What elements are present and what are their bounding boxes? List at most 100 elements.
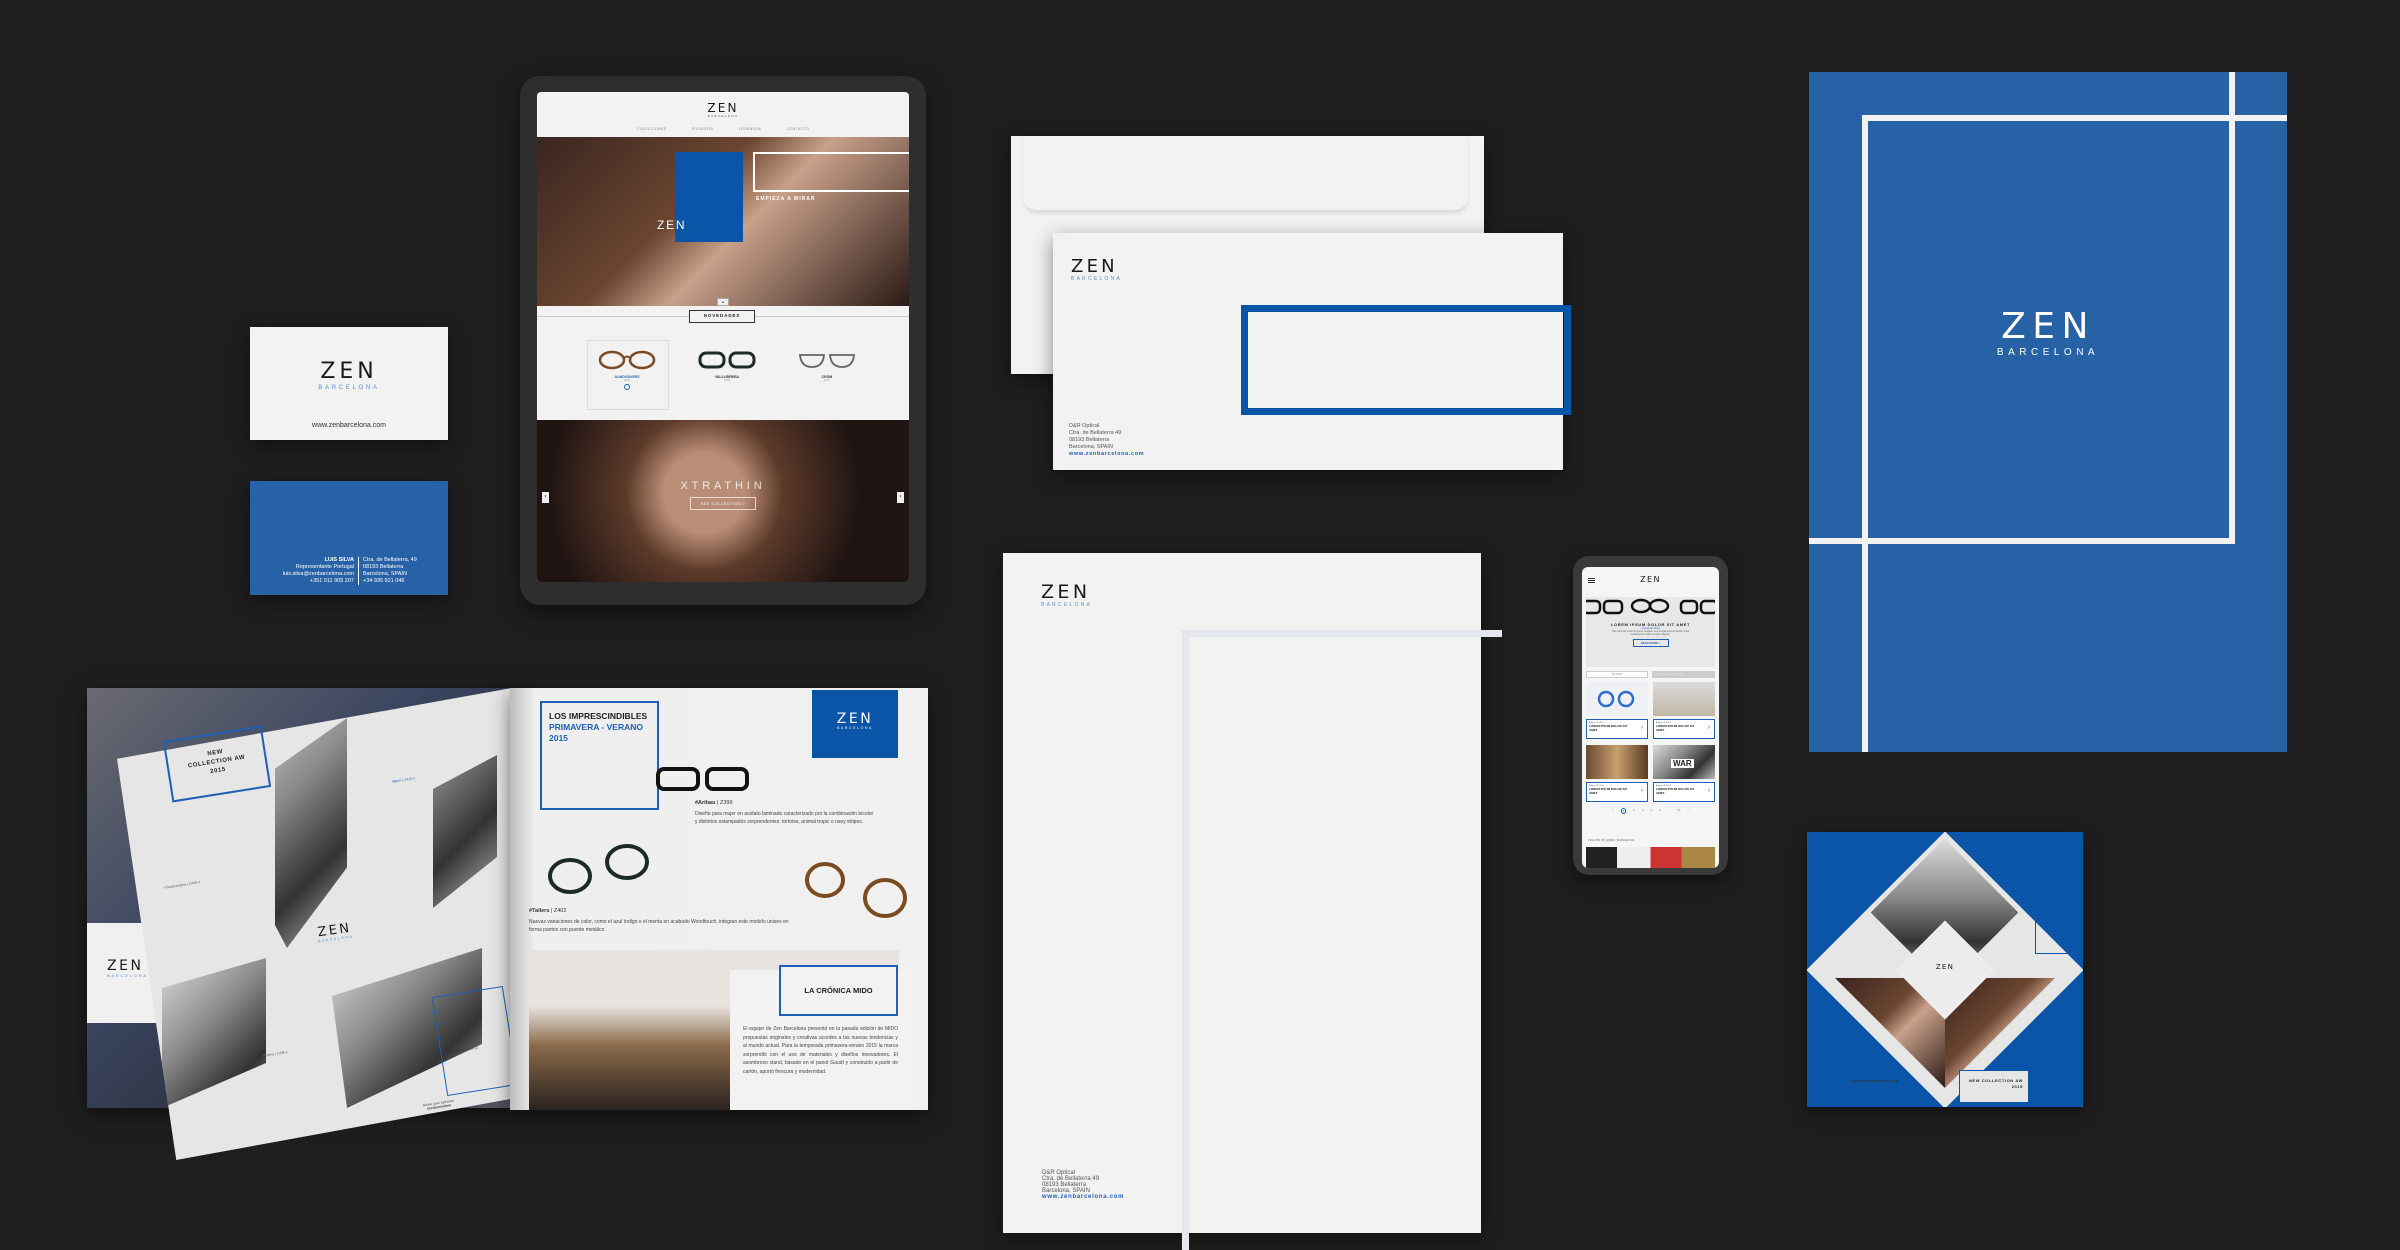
page-4[interactable]: 4 [1650, 808, 1652, 814]
glasses-icon [698, 351, 756, 369]
page-1[interactable]: 1 [1620, 808, 1627, 814]
hero-banner: LOREM IPSUM DOLOR SIT AMET August 28, 20… [1582, 597, 1719, 667]
divider [358, 557, 359, 585]
nav-filosofia[interactable]: FILOSOFÍA [692, 127, 713, 131]
search-input[interactable]: Búsqueda por nombre [1652, 671, 1715, 678]
site-nav: COLECCIONES FILOSOFÍA LOOKBOOK CONTACTO [637, 127, 809, 131]
zen-logo: ZEN BARCELONA [318, 359, 380, 391]
envelope-flap [1023, 136, 1468, 212]
banner-title: XTRATHIN [680, 480, 766, 492]
glasses-icon [799, 354, 855, 368]
heading-box: LOS IMPRESCINDIBLES PRIMAVERA - VERANO 20… [540, 701, 659, 810]
glasses-icon [656, 767, 749, 791]
chevron-right-icon: › [1708, 725, 1710, 731]
return-address: D&R Optical Ctra. de Bellaterra 49 08193 B… [1069, 423, 1145, 457]
post-image [1586, 745, 1648, 779]
instagram-strip [1586, 847, 1715, 868]
magazine-spread: ZEN BARCELONA NEW COLLECTION AW 2015 ZEN B… [87, 688, 930, 1163]
zen-logo-block: ZEN BARCELONA [812, 690, 898, 758]
see-collection-button[interactable]: SEE COLLECTION > [690, 497, 756, 510]
frame-line [1809, 538, 2235, 544]
magazine-right-page: LOS IMPRESCINDIBLES PRIMAVERA - VERANO 20… [510, 688, 928, 1110]
nav-colecciones[interactable]: COLECCIONES [637, 127, 666, 131]
page-ellipsis: ... [1667, 808, 1671, 812]
zen-logo: ZEN BARCELONA [1041, 581, 1093, 609]
chevron-right-icon: › [1641, 788, 1643, 794]
nav-contacto[interactable]: CONTACTO [787, 127, 809, 131]
nav-lookbook[interactable]: LOOKBOOK [739, 127, 762, 131]
site-logo[interactable]: ZEN [1582, 576, 1719, 584]
zen-logo: ZEN BARCELONA [1071, 256, 1123, 283]
chevron-right-icon: › [1708, 788, 1710, 794]
glasses-icon [805, 862, 907, 918]
square-invitation-card: ZEN www.zenbarcelona.com NEW COLLECTION … [1807, 832, 2083, 1107]
hero-text: Sed vehicula luctus id metus sodales, se… [1611, 630, 1690, 636]
glasses-icon [1597, 690, 1635, 708]
scroll-down-button[interactable]: ⌄ [717, 298, 729, 306]
post-card[interactable]: August 28, 2014 LOREM IPSUM DOLOR SIT AME… [1653, 719, 1715, 739]
collection-label: NEW COLLECTION AW 2015 [1959, 1070, 2029, 1103]
product-list: ALMOGÀVERS Z360 VALLVIDRERA Z359 CRÒM Z3… [577, 350, 877, 392]
glasses-icon [1582, 598, 1719, 615]
post-card[interactable]: August 28, 2014 LOREM IPSUM DOLOR SIT AME… [1653, 782, 1715, 802]
card-url: www.zenbarcelona.com [312, 422, 386, 429]
business-card-back: LUIS SILVA Representante Portugal luis.s… [250, 481, 448, 595]
banner-next-button[interactable]: › [897, 492, 904, 503]
outline-box [431, 985, 519, 1097]
tallers-heading: #Tallers | Z402 [529, 908, 567, 914]
tallers-text: Nuevas variaciones de color, como el azu… [529, 919, 789, 933]
contact-address: Ctra. de Bellaterra, 49 08193 Bellaterra … [363, 557, 417, 584]
product-item[interactable]: ALMOGÀVERS Z360 [577, 350, 677, 392]
page-5[interactable]: 5 [1659, 808, 1661, 814]
frame-line [1862, 115, 1868, 752]
phone-mockup: ZEN LOREM IPSUM DOLOR SIT AMET August 28… [1573, 556, 1728, 875]
page-3[interactable]: 3 [1642, 808, 1644, 814]
cronica-title-box: LA CRÓNICA MIDO [779, 965, 898, 1016]
presentation-folder: ZEN BARCELONA [1809, 72, 2287, 752]
outline-box [2035, 912, 2083, 954]
hero-logo-text: ZEN [657, 218, 687, 232]
post-card[interactable]: August 28, 2014 LOREM IPSUM DOLOR SIT AME… [1586, 782, 1648, 802]
glasses-icon [598, 350, 656, 370]
instagram-follow[interactable]: FOLLOW US! @ZEN_BARCELONA [1588, 839, 1635, 842]
hero-cta[interactable]: EMPIEZA A MIRAR [756, 196, 815, 202]
product-item[interactable]: CRÒM Z367 [777, 350, 877, 392]
address-window [1241, 305, 1571, 415]
envelope-front: ZEN BARCELONA D&R Optical Ctra. de Bellate… [1053, 233, 1571, 470]
aribau-text: Diseño para mujer en acetato laminado ca… [695, 811, 874, 825]
letter-footer-address: D&R Optical Ctra. de Bellaterra 49 08193 B… [1042, 1170, 1125, 1200]
post-image: WAR [1653, 745, 1715, 779]
read-more-button[interactable]: READ MORE > [1632, 639, 1669, 647]
cronica-text: El equipo de Zen Barcelona presentó en l… [743, 1026, 898, 1075]
hero-outline-box [753, 152, 909, 192]
aribau-heading: #Aribau | Z399 [695, 800, 733, 806]
letter-frame [1182, 630, 1502, 1250]
page-2[interactable]: 2 [1633, 808, 1635, 814]
letterhead: ZEN BARCELONA D&R Optical Ctra. de Bellate… [1003, 553, 1502, 1250]
chevron-right-icon: › [1641, 725, 1643, 731]
frame-line [2229, 72, 2235, 544]
post-image [1586, 682, 1648, 716]
site-logo[interactable]: ZEN BARCELONA [537, 102, 909, 118]
frame-line [1862, 115, 2287, 121]
tablet-screen: ZEN BARCELONA COLECCIONES FILOSOFÍA LOOKB… [537, 92, 909, 582]
view-product-icon[interactable] [624, 384, 630, 390]
filter-select[interactable]: FILTROS [1586, 671, 1648, 678]
product-item[interactable]: VALLVIDRERA Z359 [677, 350, 777, 392]
post-card[interactable]: August 28, 2014 LOREM IPSUM DOLOR SIT AME… [1586, 719, 1648, 739]
glasses-icon [548, 844, 649, 894]
page-next[interactable]: > [1687, 808, 1689, 814]
banner-prev-button[interactable]: ‹ [542, 492, 549, 503]
novedades-label: NOVEDADES [689, 310, 755, 323]
card-url: www.zenbarcelona.com [1852, 1079, 1899, 1083]
page-23[interactable]: 23 [1677, 808, 1680, 814]
page-prev[interactable]: < [1612, 808, 1614, 814]
phone-screen: ZEN LOREM IPSUM DOLOR SIT AMET August 28… [1582, 567, 1719, 868]
outline-box [1839, 842, 1881, 884]
tablet-mockup: ZEN BARCELONA COLECCIONES FILOSOFÍA LOOKB… [520, 76, 926, 605]
post-image [1653, 682, 1715, 716]
contact-person: LUIS SILVA Representante Portugal luis.s… [282, 557, 354, 584]
zen-logo: ZEN BARCELONA [1996, 306, 2100, 358]
zen-logo: ZEN [1935, 963, 1955, 971]
business-card-front: ZEN BARCELONA www.zenbarcelona.com [250, 327, 448, 440]
